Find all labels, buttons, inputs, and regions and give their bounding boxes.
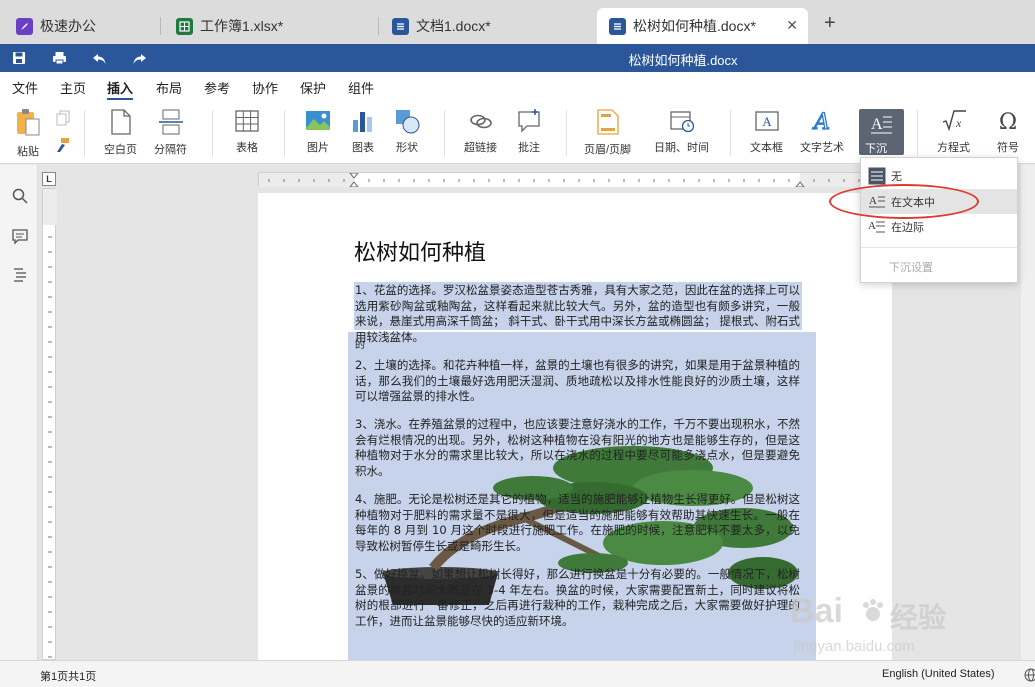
tab-label: 文档1.docx* <box>416 18 491 34</box>
document-icon <box>392 17 409 35</box>
navigation-icon[interactable] <box>11 265 29 283</box>
table-button[interactable]: 表格 <box>234 108 260 155</box>
paragraph-4[interactable]: 4、施肥。无论是松树还是其它的植物，适当的施肥能够让植物生长得更好。但是松树这种… <box>355 492 800 554</box>
paragraph-fragment[interactable]: 的 <box>355 338 395 354</box>
drop-cap-icon: A <box>871 116 892 134</box>
title-bar: 松树如何种植.docx <box>0 44 1035 72</box>
omega-icon: Ω <box>999 110 1017 134</box>
tab-label: 极速办公 <box>40 18 96 34</box>
copy-icon[interactable] <box>55 110 71 126</box>
menu-file[interactable]: 文件 <box>12 78 38 97</box>
text-box-icon: A <box>754 111 779 131</box>
menu-insert[interactable]: 插入 <box>107 78 133 97</box>
separator-button[interactable]: 分隔符 <box>154 108 187 157</box>
globe-icon[interactable] <box>1024 668 1035 682</box>
left-sidebar <box>0 165 38 660</box>
symbol-button[interactable]: Ω 符号 <box>995 108 1021 155</box>
comments-icon[interactable] <box>11 227 29 245</box>
menu-plugins[interactable]: 组件 <box>348 78 374 97</box>
tab-label: 工作簿1.xlsx* <box>200 18 284 34</box>
no-drop-cap-icon <box>868 167 886 184</box>
svg-text:x: x <box>955 116 962 130</box>
page-count: 第1页共1页 <box>40 671 97 683</box>
paste-icon <box>17 109 40 136</box>
text-box-button[interactable]: A 文本框 <box>750 108 783 155</box>
ribbon-toolbar: 粘贴 空白页 分隔符 表格 图片 图表 形状 超链接 批注 页眉/页脚 日期、时… <box>0 100 1035 164</box>
tab-workbook[interactable]: 工作簿1.xlsx* <box>164 8 376 44</box>
app-window: 极速办公 工作簿1.xlsx* 文档1.docx* 松树如何种植.docx* ✕… <box>0 0 1035 687</box>
language-selector[interactable]: English (United States) <box>882 668 995 680</box>
picture-button[interactable]: 图片 <box>305 108 331 155</box>
tab-strip: 极速办公 工作簿1.xlsx* 文档1.docx* 松树如何种植.docx* ✕… <box>0 0 1035 44</box>
status-bar: 第1页共1页 English (United States) <box>0 660 1035 687</box>
drop-cap-menu: 无 A 在文本中 A 在边际 下沉设置 <box>860 157 1018 283</box>
paw-icon <box>863 599 883 621</box>
equation-icon: x <box>942 110 966 132</box>
format-painter-icon[interactable] <box>54 137 70 153</box>
svg-text:A: A <box>871 116 883 133</box>
tab-pine-doc[interactable]: 松树如何种植.docx* ✕ <box>597 8 808 44</box>
horizontal-ruler[interactable] <box>258 172 869 188</box>
date-time-button[interactable]: 日期、时间 <box>654 108 709 155</box>
paragraph-2[interactable]: 2、土壤的选择。和花卉种植一样，盆景的土壤也有很多的讲究，如果是用于盆景种植的话… <box>355 358 800 405</box>
menu-collaborate[interactable]: 协作 <box>252 78 278 97</box>
search-icon[interactable] <box>11 187 29 205</box>
tab-home[interactable]: 极速办公 <box>4 8 156 44</box>
tab-stop-selector[interactable]: L <box>42 172 56 186</box>
shape-button[interactable]: 形状 <box>394 108 420 155</box>
svg-text:A: A <box>762 114 772 129</box>
table-icon <box>235 110 259 132</box>
text-art-icon: A <box>811 109 830 134</box>
svg-text:A: A <box>812 110 830 134</box>
link-icon <box>469 114 492 129</box>
paragraph-5[interactable]: 5、做好换盆。如果想让松树长得好，那么进行换盆是十分有必要的。一般情况下，松树盆… <box>355 567 800 629</box>
blank-page-button[interactable]: 空白页 <box>104 108 137 157</box>
annotation-circle <box>829 184 979 219</box>
document-heading: 松树如何种植 <box>354 241 487 266</box>
new-tab-button[interactable]: + <box>824 13 836 33</box>
tab-document1[interactable]: 文档1.docx* <box>380 8 592 44</box>
shape-icon <box>396 110 420 134</box>
menu-references[interactable]: 参考 <box>204 78 230 97</box>
document-page[interactable]: 松树如何种植 1、花盆的选择。罗汉松盆景姿态造型苍古秀雅，具有大家之范，因此在盆… <box>258 193 892 660</box>
svg-text:Ω: Ω <box>999 110 1017 134</box>
text-art-button[interactable]: A 文字艺术 <box>800 108 844 155</box>
document-title: 松树如何种植.docx <box>628 53 738 68</box>
comment-button[interactable]: 批注 <box>516 108 542 155</box>
menu-protect[interactable]: 保护 <box>300 78 326 97</box>
drop-cap-in-margin-icon: A <box>868 220 885 232</box>
equation-button[interactable]: x 方程式 <box>937 108 970 155</box>
chart-button[interactable]: 图表 <box>350 108 376 155</box>
drop-cap-button[interactable]: A 下沉 <box>859 109 904 155</box>
watermark: Bai 经验 jingyan.baidu.com <box>790 592 947 655</box>
picture-icon <box>306 111 330 130</box>
header-footer-button[interactable]: 页眉/页脚 <box>584 108 631 157</box>
close-tab-icon[interactable]: ✕ <box>786 17 798 34</box>
paste-button[interactable]: 粘贴 <box>14 108 42 159</box>
document-icon <box>609 17 626 35</box>
vertical-ruler[interactable] <box>42 188 57 660</box>
menu-bar: 文件 主页 插入 布局 参考 协作 保护 组件 <box>0 72 1035 100</box>
drop-cap-settings-option[interactable]: 下沉设置 <box>861 254 1017 279</box>
paragraph-3[interactable]: 3、浇水。在养殖盆景的过程中，也应该要注意好浇水的工作，千万不要出现积水，不然会… <box>355 417 800 479</box>
svg-text:A: A <box>868 220 876 232</box>
calendar-clock-icon <box>669 111 694 133</box>
blank-page-icon <box>110 109 131 135</box>
comment-icon <box>518 109 540 133</box>
header-footer-icon <box>596 109 619 135</box>
menu-home[interactable]: 主页 <box>60 78 86 97</box>
separator-icon <box>158 109 183 135</box>
chart-icon <box>353 112 372 132</box>
spreadsheet-icon <box>176 17 193 35</box>
paragraph-1[interactable]: 1、花盆的选择。罗汉松盆景姿态造型苍古秀雅，具有大家之范，因此在盆的选择上可以选… <box>355 283 800 345</box>
tab-label: 松树如何种植.docx* <box>633 18 756 34</box>
rocket-icon <box>16 17 33 35</box>
menu-layout[interactable]: 布局 <box>156 78 182 97</box>
vertical-scrollbar[interactable] <box>1021 165 1035 660</box>
hyperlink-button[interactable]: 超链接 <box>464 108 497 155</box>
